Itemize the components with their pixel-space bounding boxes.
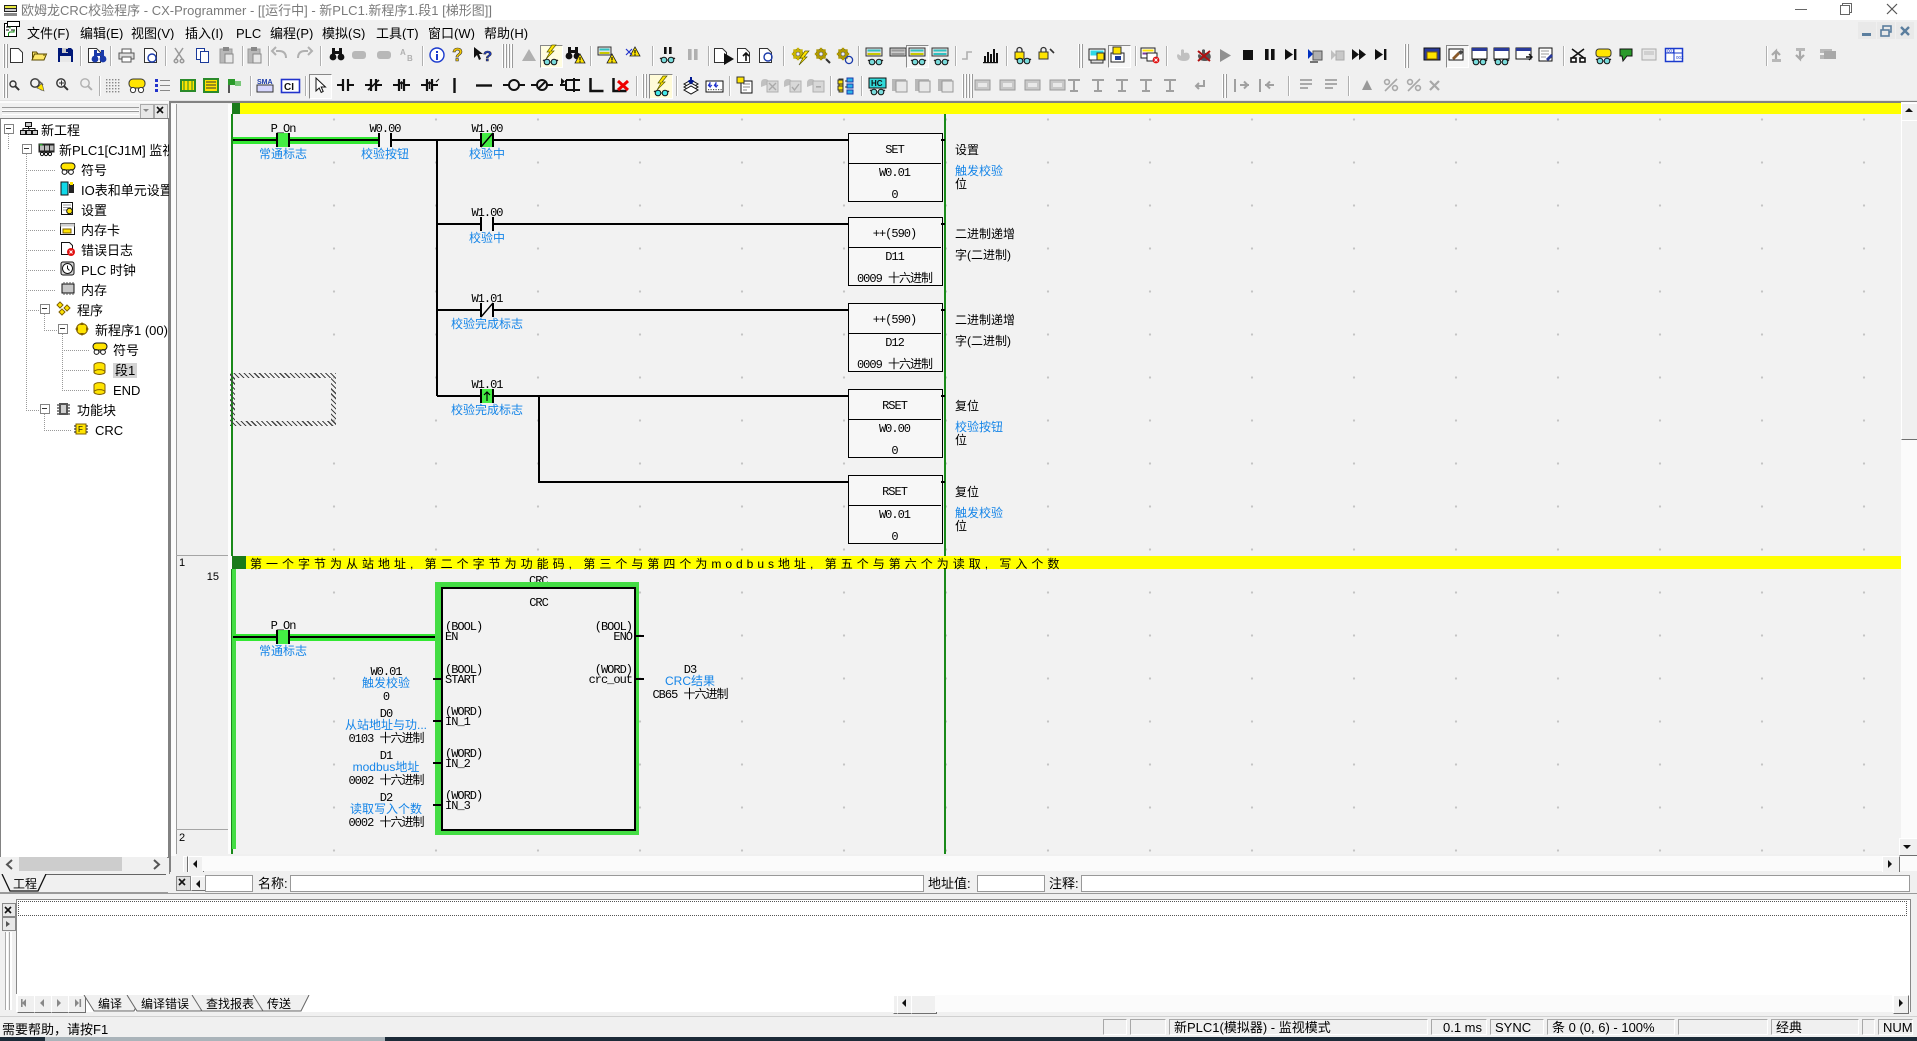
svg-text:F: F <box>78 425 83 434</box>
svg-text:B: B <box>407 54 413 63</box>
svg-text:?: ? <box>452 45 463 65</box>
svg-text:A: A <box>400 48 406 57</box>
svg-text:002: 002 <box>1676 55 1684 60</box>
svg-text:HC: HC <box>871 79 883 88</box>
svg-text:001: 001 <box>1667 49 1675 54</box>
svg-text:?: ? <box>483 48 492 65</box>
svg-text:CI: CI <box>284 82 294 93</box>
